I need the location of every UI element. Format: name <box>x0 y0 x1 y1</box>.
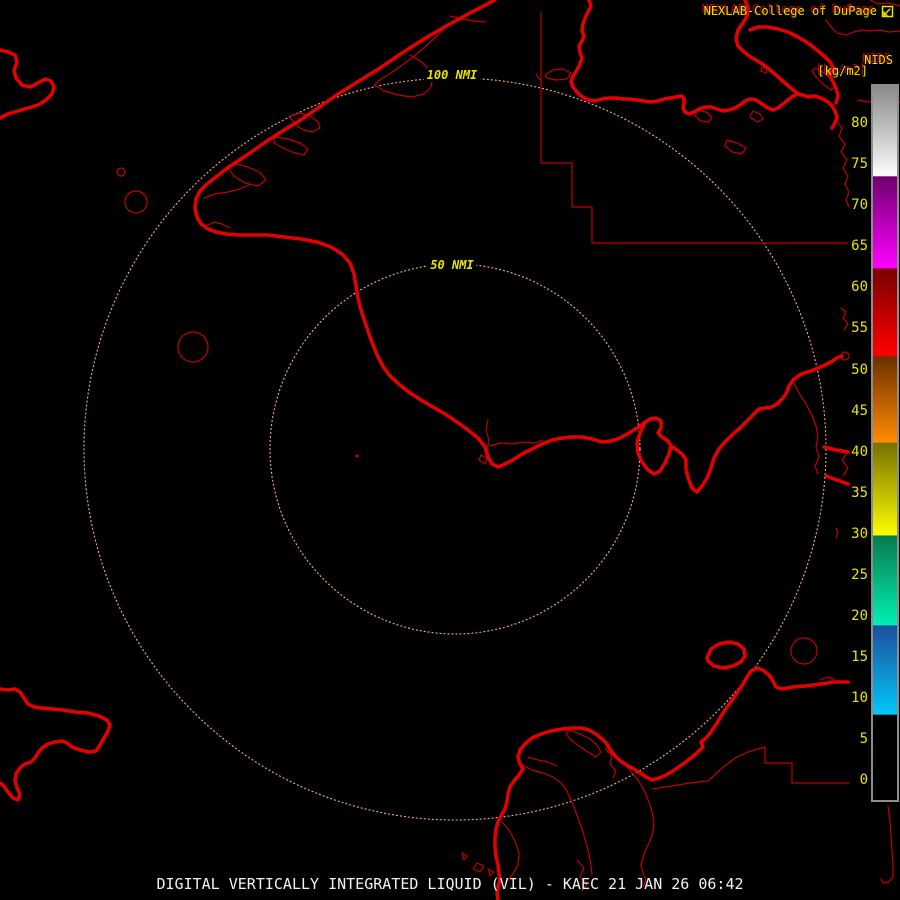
map-boundary-line <box>835 527 839 539</box>
colorbar-tick-label: 0 <box>859 772 868 788</box>
colorbar-tick-label: 5 <box>859 731 868 747</box>
map-boundary-line <box>626 766 655 888</box>
colorbar-tick-label: 70 <box>851 197 868 213</box>
map-boundary-line <box>461 852 468 861</box>
map-boundary-line <box>228 162 267 187</box>
map-coastline <box>0 687 112 802</box>
colorbar-tick-label: 40 <box>851 444 868 460</box>
map-boundary-line <box>501 821 520 881</box>
map-point-marker <box>355 454 359 458</box>
map-boundary-line <box>472 862 485 873</box>
map-coastline <box>0 48 56 120</box>
map-boundary-line <box>880 805 894 884</box>
range-ring-label-50nmi: 50 NMI <box>427 258 477 272</box>
map-boundary-line <box>835 119 850 208</box>
map-coastline <box>824 474 850 486</box>
map-boundary-line <box>792 381 820 475</box>
map-island-outline <box>124 190 148 214</box>
map-boundary-line <box>478 454 488 465</box>
radar-display: 100 NMI 50 NMI NEXLAB-College of DuPage … <box>0 0 900 900</box>
colorbar-tick-label: 30 <box>851 526 868 542</box>
map-boundary-line <box>749 110 764 123</box>
colorbar-tick-label: 15 <box>851 649 868 665</box>
map-boundary-line <box>819 676 835 681</box>
map-coastline <box>705 640 747 670</box>
map-boundary-line <box>205 221 231 229</box>
brand-text: NEXLAB-College of DuPage <box>703 4 877 18</box>
colorbar-tick-label: 20 <box>851 608 868 624</box>
colorbar-tick-label: 75 <box>851 156 868 172</box>
map-island-outline <box>116 167 126 177</box>
map-boundary-line <box>535 73 541 81</box>
map-boundary-line <box>489 439 544 447</box>
map-boundary-line <box>373 23 449 98</box>
colorbar-tick-label: 25 <box>851 567 868 583</box>
map-coastline <box>669 354 844 494</box>
map-boundary-line <box>203 184 250 199</box>
colorbar-tick-label: 80 <box>851 115 868 131</box>
map-coastline <box>493 666 850 900</box>
map-coastline <box>569 0 839 130</box>
map-boundary-line <box>544 68 572 81</box>
map-island-outline <box>177 331 209 363</box>
map-boundary-line <box>840 307 849 331</box>
colorbar-tick-label: 50 <box>851 362 868 378</box>
colorbar-tick-label: 65 <box>851 238 868 254</box>
colorbar-units-label: [kg/m2] <box>817 64 868 78</box>
colorbar-tick-label: 45 <box>851 403 868 419</box>
map-boundary-line <box>825 19 900 36</box>
range-ring <box>269 263 641 635</box>
map-coastline <box>822 445 850 454</box>
map-boundary-line <box>273 136 309 156</box>
map-boundary-line <box>724 139 747 155</box>
map-boundary-line <box>540 12 849 244</box>
map-boundary-line <box>521 764 593 876</box>
college-of-dupage-logo-icon <box>881 5 894 18</box>
map-boundary-line <box>527 756 558 767</box>
product-status-text: DIGITAL VERTICALLY INTEGRATED LIQUID (VI… <box>156 875 744 893</box>
map-boundary-line <box>651 746 850 790</box>
colorbar-tick-label: 35 <box>851 485 868 501</box>
radar-map-svg <box>0 0 900 900</box>
colorbar-tick-label: 55 <box>851 320 868 336</box>
colorbar-title: NIDS <box>864 53 893 67</box>
map-boundary-line <box>841 451 849 477</box>
header-brand-row: NEXLAB-College of DuPage <box>704 4 894 18</box>
colorbar-tick-label: 10 <box>851 690 868 706</box>
map-island-outline <box>790 637 818 665</box>
colorbar-gradient <box>871 84 899 802</box>
colorbar-tick-label: 60 <box>851 279 868 295</box>
range-ring <box>83 77 827 821</box>
range-ring-label-100nmi: 100 NMI <box>423 68 481 82</box>
